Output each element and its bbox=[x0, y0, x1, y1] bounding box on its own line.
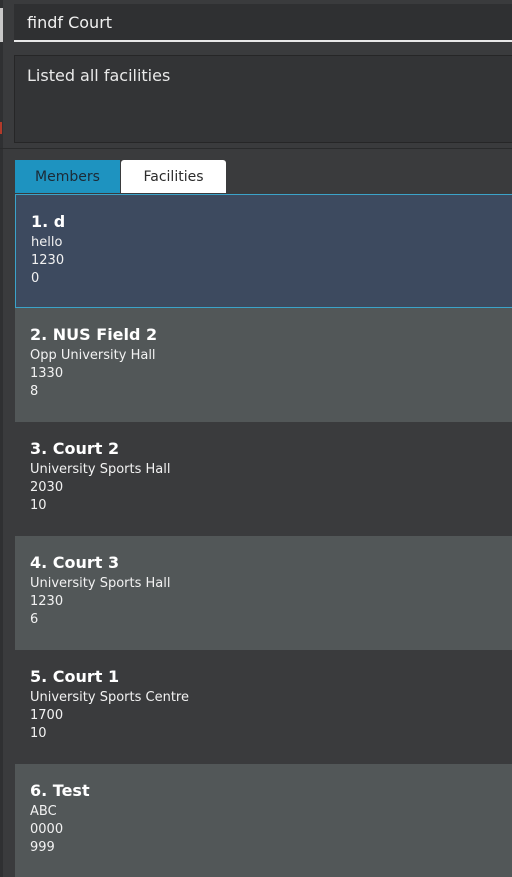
facility-title: 3. Court 2 bbox=[30, 439, 120, 458]
result-message: Listed all facilities bbox=[27, 66, 171, 85]
app-window: findf Court Listed all facilities Member… bbox=[0, 0, 512, 877]
facility-capacity: 10 bbox=[30, 498, 47, 513]
facility-title: 4. Court 3 bbox=[30, 553, 120, 572]
tab-members[interactable]: Members bbox=[15, 160, 120, 193]
facility-title: 5. Court 1 bbox=[30, 667, 120, 686]
facility-capacity: 6 bbox=[30, 612, 39, 627]
facility-card[interactable]: 5. Court 1 University Sports Centre 1700… bbox=[15, 650, 512, 764]
facility-time: 1330 bbox=[30, 366, 64, 381]
edge-marker bbox=[0, 8, 3, 42]
facility-location: University Sports Centre bbox=[30, 690, 189, 705]
facility-time: 1700 bbox=[30, 708, 64, 723]
edge-marker-red bbox=[0, 122, 2, 134]
tab-facilities-label: Facilities bbox=[143, 168, 204, 185]
divider bbox=[0, 148, 512, 149]
facility-card[interactable]: 2. NUS Field 2 Opp University Hall 1330 … bbox=[15, 308, 512, 422]
facility-card[interactable]: 4. Court 3 University Sports Hall 1230 6 bbox=[15, 536, 512, 650]
result-display: Listed all facilities bbox=[14, 55, 512, 143]
command-input[interactable]: findf Court bbox=[27, 13, 112, 32]
command-box[interactable]: findf Court bbox=[14, 4, 512, 42]
tab-facilities[interactable]: Facilities bbox=[121, 160, 226, 193]
facility-time: 0000 bbox=[30, 822, 64, 837]
facility-title: 1. d bbox=[31, 212, 66, 231]
facility-title: 6. Test bbox=[30, 781, 90, 800]
facility-capacity: 8 bbox=[30, 384, 39, 399]
facility-time: 1230 bbox=[30, 594, 64, 609]
tab-members-label: Members bbox=[35, 168, 100, 185]
facility-capacity: 0 bbox=[31, 271, 40, 286]
facility-location: hello bbox=[31, 235, 63, 250]
facility-location: Opp University Hall bbox=[30, 348, 156, 363]
facility-capacity: 10 bbox=[30, 726, 47, 741]
facility-card[interactable]: 3. Court 2 University Sports Hall 2030 1… bbox=[15, 422, 512, 536]
window-edge bbox=[0, 0, 3, 877]
facility-card[interactable]: 6. Test ABC 0000 999 bbox=[15, 764, 512, 877]
facility-location: University Sports Hall bbox=[30, 576, 171, 591]
facility-location: University Sports Hall bbox=[30, 462, 171, 477]
facility-list[interactable]: 1. d hello 1230 0 2. NUS Field 2 Opp Uni… bbox=[15, 194, 512, 877]
facility-capacity: 999 bbox=[30, 840, 55, 855]
facility-card[interactable]: 1. d hello 1230 0 bbox=[15, 194, 512, 308]
facility-title: 2. NUS Field 2 bbox=[30, 325, 158, 344]
facility-time: 2030 bbox=[30, 480, 64, 495]
facility-location: ABC bbox=[30, 804, 57, 819]
facility-time: 1230 bbox=[31, 253, 65, 268]
